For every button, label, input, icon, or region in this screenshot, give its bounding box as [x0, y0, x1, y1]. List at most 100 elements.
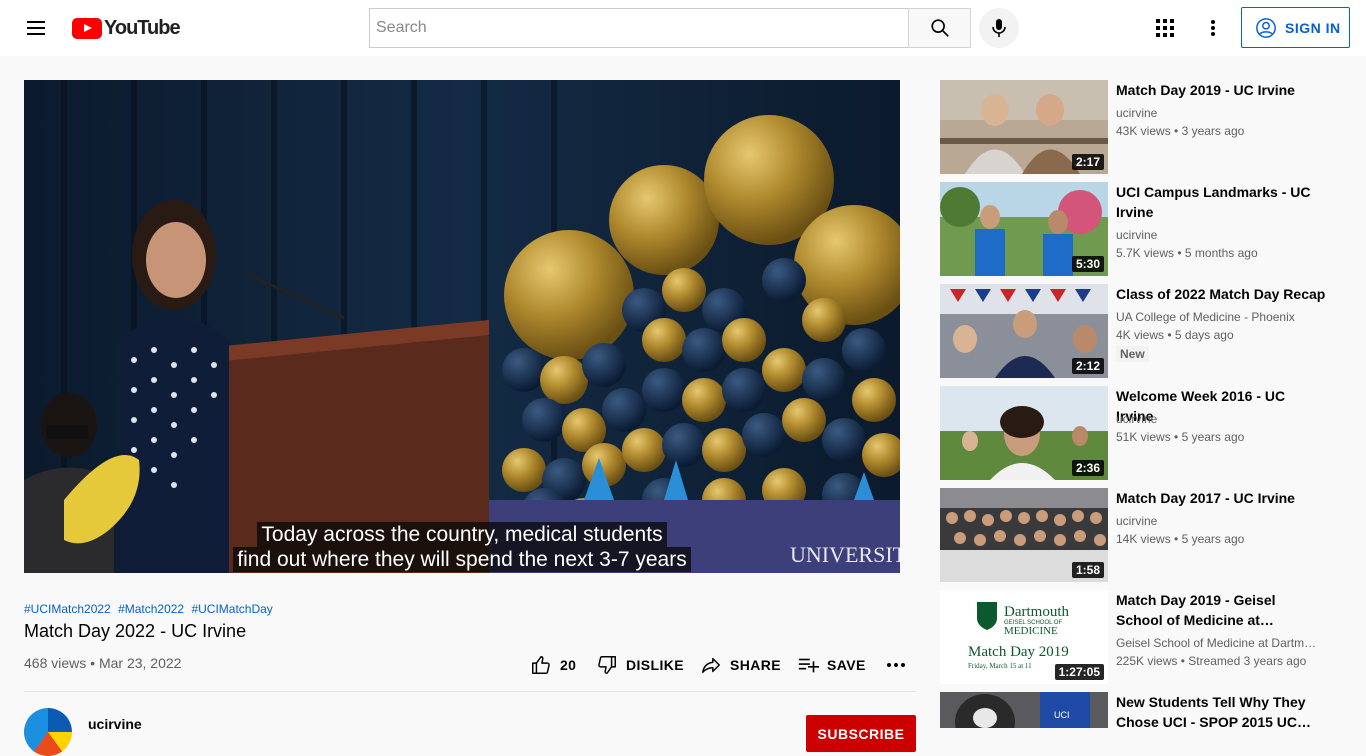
rec-views: 43K views: [1116, 124, 1171, 138]
recommendation-item[interactable]: UCI New Students Tell Why They Chose UCI…: [940, 692, 1340, 730]
video-thumbnail[interactable]: UCI: [940, 692, 1108, 728]
recommendation-title[interactable]: Match Day 2019 - Geisel School of Medici…: [1116, 590, 1326, 630]
rec-age: 5 months ago: [1184, 246, 1258, 260]
video-thumbnail[interactable]: 1:58: [940, 488, 1108, 582]
subscribe-button[interactable]: SUBSCRIBE: [806, 715, 916, 752]
captions: Today across the country, medical studen…: [24, 522, 900, 572]
sign-in-button[interactable]: SIGN IN: [1241, 7, 1350, 48]
recommendation-title[interactable]: Match Day 2019 - UC Irvine: [1116, 80, 1326, 100]
more-horizontal-icon: [887, 663, 905, 667]
hashtag-link[interactable]: #UCIMatch2022: [24, 602, 111, 616]
apps-grid-icon[interactable]: [1153, 16, 1177, 40]
recommendation-meta: 4K views • 5 days ago: [1116, 328, 1234, 342]
sign-in-label: SIGN IN: [1285, 19, 1341, 36]
thumb-text-medicine: MEDICINE: [1004, 625, 1058, 637]
rec-age: 5 years ago: [1181, 430, 1245, 444]
recommendation-title[interactable]: New Students Tell Why They Chose UCI - S…: [1116, 692, 1326, 732]
recommendation-title[interactable]: Match Day 2017 - UC Irvine: [1116, 488, 1326, 508]
caption-line-2: find out where they will spend the next …: [233, 547, 691, 572]
rec-age: Streamed 3 years ago: [1188, 654, 1307, 668]
more-vertical-icon[interactable]: [1201, 16, 1225, 40]
share-icon: [702, 657, 720, 674]
view-count: 468 views: [24, 655, 87, 671]
hashtag-link[interactable]: #UCIMatchDay: [191, 602, 272, 616]
recommendation-item[interactable]: 2:36 Welcome Week 2016 - UC Irvine ucirv…: [940, 386, 1340, 480]
recommendation-channel[interactable]: UA College of Medicine - Phoenix: [1116, 308, 1326, 326]
account-icon: [1256, 17, 1276, 38]
video-player[interactable]: UNIVERSITY of C Today across the country…: [24, 80, 900, 573]
dislike-label: DISLIKE: [626, 657, 685, 673]
microphone-icon: [992, 19, 1006, 37]
save-label: SAVE: [827, 657, 866, 673]
share-label: SHARE: [730, 657, 782, 673]
thumbs-down-icon: [598, 656, 616, 674]
recommendation-item[interactable]: 5:30 UCI Campus Landmarks - UC Irvine uc…: [940, 182, 1340, 276]
recommendation-channel[interactable]: ucirvine: [1116, 512, 1326, 530]
video-duration: 1:58: [1071, 562, 1104, 578]
recommendation-title[interactable]: Class of 2022 Match Day Recap: [1116, 284, 1326, 304]
recommendation-item[interactable]: 2:12 Class of 2022 Match Day Recap UA Co…: [940, 284, 1340, 378]
search-input[interactable]: [369, 8, 908, 48]
meta-separator: •: [90, 655, 99, 671]
rec-views: 14K views: [1116, 532, 1171, 546]
video-thumbnail[interactable]: 5:30: [940, 182, 1108, 276]
video-title: Match Day 2022 - UC Irvine: [24, 621, 247, 641]
video-thumbnail[interactable]: 2:36: [940, 386, 1108, 480]
hashtags: #UCIMatch2022 #Match2022 #UCIMatchDay: [24, 602, 277, 616]
video-duration: 2:36: [1071, 460, 1104, 476]
thumbs-up-icon: [532, 656, 550, 674]
rec-age: 5 years ago: [1181, 532, 1245, 546]
video-meta: 468 views • Mar 23, 2022: [24, 655, 181, 671]
video-thumbnail[interactable]: 2:12: [940, 284, 1108, 378]
recommendation-meta: 5.7K views • 5 months ago: [1116, 246, 1258, 260]
rec-views: 5.7K views: [1116, 246, 1175, 260]
video-duration: 2:12: [1071, 358, 1104, 374]
thumb-text-matchday: Match Day 2019: [968, 644, 1069, 660]
dislike-button[interactable]: DISLIKE: [596, 653, 684, 677]
video-thumbnail[interactable]: Dartmouth GEISEL SCHOOL OF MEDICINE Matc…: [940, 590, 1108, 684]
video-thumbnail[interactable]: 2:17: [940, 80, 1108, 174]
rec-views: 4K views: [1116, 328, 1165, 342]
recommendation-meta: 43K views • 3 years ago: [1116, 124, 1245, 138]
playlist-add-icon: [798, 658, 819, 673]
search-bar: [369, 8, 971, 48]
recommendation-item[interactable]: Dartmouth GEISEL SCHOOL OF MEDICINE Matc…: [940, 590, 1340, 684]
voice-search-button[interactable]: [979, 8, 1019, 48]
divider: [24, 691, 916, 692]
logo-text: YouTube: [104, 16, 181, 39]
hashtag-link[interactable]: #Match2022: [118, 602, 184, 616]
rec-views: 51K views: [1116, 430, 1171, 444]
video-duration: 2:17: [1071, 154, 1104, 170]
video-frame: UNIVERSITY of C: [24, 80, 900, 573]
rec-age: 3 years ago: [1181, 124, 1245, 138]
channel-name[interactable]: ucirvine: [88, 716, 142, 732]
recommendation-item[interactable]: 1:58 Match Day 2017 - UC Irvine ucirvine…: [940, 488, 1340, 582]
more-actions-button[interactable]: [884, 653, 908, 677]
recommendation-channel[interactable]: ucirvine: [1116, 226, 1326, 244]
like-count: 20: [560, 657, 577, 673]
rec-age: 5 days ago: [1174, 328, 1234, 342]
hamburger-menu-icon[interactable]: [24, 16, 48, 40]
thumb-text-dartmouth: Dartmouth: [1004, 604, 1069, 620]
recommendation-channel[interactable]: ucirvine: [1116, 410, 1326, 428]
channel-avatar[interactable]: [24, 708, 72, 756]
video-duration: 5:30: [1071, 256, 1104, 272]
new-badge: New: [1116, 346, 1149, 362]
youtube-play-icon: [72, 17, 102, 39]
masthead: YouTube SIGN IN: [0, 0, 1366, 56]
recommendation-channel[interactable]: ucirvine: [1116, 104, 1326, 122]
save-button[interactable]: SAVE: [797, 653, 866, 677]
recommendation-meta: 51K views • 5 years ago: [1116, 430, 1245, 444]
recommendation-item[interactable]: 2:17 Match Day 2019 - UC Irvine ucirvine…: [940, 80, 1340, 174]
youtube-logo[interactable]: YouTube: [72, 16, 181, 39]
recommendation-title[interactable]: UCI Campus Landmarks - UC Irvine: [1116, 182, 1326, 222]
search-icon: [930, 19, 949, 37]
share-button[interactable]: SHARE: [700, 653, 781, 677]
svg-text:UCI: UCI: [1054, 710, 1070, 720]
like-button[interactable]: 20: [530, 653, 576, 677]
caption-line-1: Today across the country, medical studen…: [257, 522, 667, 547]
thumb-text-date: Friday, March 15 at 11: [968, 662, 1032, 670]
search-button[interactable]: [908, 8, 971, 48]
upload-date: Mar 23, 2022: [98, 655, 182, 671]
recommendation-channel[interactable]: Geisel School of Medicine at Dartm…: [1116, 634, 1326, 652]
